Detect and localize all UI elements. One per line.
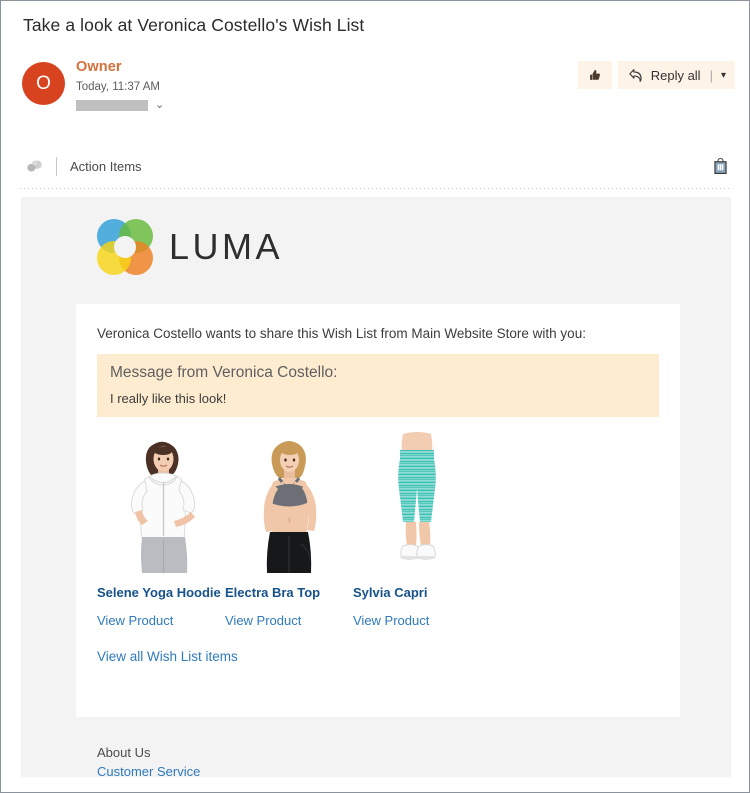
page-title: Take a look at Veronica Costello's Wish …	[23, 15, 365, 35]
thumbs-up-icon	[587, 68, 602, 83]
product-image-hoodie[interactable]	[97, 432, 225, 573]
wishlist-card: Veronica Costello wants to share this Wi…	[76, 304, 680, 717]
view-product-link[interactable]: View Product	[353, 613, 481, 628]
view-all-wishlist-link[interactable]: View all Wish List items	[97, 649, 238, 664]
product-list: Selene Yoga Hoodie View Product Electra …	[97, 432, 659, 628]
recipient-redacted-bar	[76, 100, 148, 111]
chevron-double-down-icon[interactable]: ⌄	[155, 100, 164, 111]
product-name[interactable]: Selene Yoga Hoodie	[97, 585, 225, 601]
reply-all-arrow-icon	[628, 68, 644, 83]
avatar[interactable]: O	[22, 62, 65, 105]
sender-name[interactable]: Owner	[76, 57, 164, 77]
list-item: Selene Yoga Hoodie View Product	[97, 432, 225, 628]
subject-bar: Take a look at Veronica Costello's Wish …	[1, 1, 749, 50]
brand-wordmark: LUMA	[169, 226, 284, 267]
reply-all-label: Reply all	[650, 67, 701, 83]
email-footer: About Us Customer Service	[97, 743, 200, 781]
luma-rings-logo	[97, 219, 153, 275]
sender-timestamp: Today, 11:37 AM	[76, 81, 160, 93]
divider	[20, 188, 732, 189]
brand-header: LUMA	[97, 219, 283, 275]
insights-brain-icon	[26, 157, 44, 175]
product-image-bra-top[interactable]	[225, 432, 353, 573]
about-us-label: About Us	[97, 745, 151, 760]
chevron-down-icon[interactable]: ▾	[721, 70, 726, 81]
product-name[interactable]: Sylvia Capri	[353, 585, 481, 601]
divider	[56, 156, 57, 176]
intro-text: Veronica Costello wants to share this Wi…	[97, 326, 586, 341]
email-reading-pane: Take a look at Veronica Costello's Wish …	[0, 0, 750, 793]
list-item: Electra Bra Top View Product	[225, 432, 353, 628]
recipient-row[interactable]: ⌄	[76, 100, 164, 111]
list-item: Sylvia Capri View Product	[353, 432, 481, 628]
product-name[interactable]: Electra Bra Top	[225, 585, 353, 601]
sender-meta: Owner Today, 11:37 AM ⌄	[76, 57, 164, 111]
message-body: I really like this look!	[110, 391, 227, 406]
action-items-label: Action Items	[70, 158, 142, 174]
product-image-capri[interactable]	[353, 432, 481, 573]
message-actions: Reply all | ▾	[577, 61, 735, 89]
like-button[interactable]	[577, 61, 612, 89]
action-separator: |	[709, 67, 713, 83]
reply-all-button[interactable]: Reply all | ▾	[617, 61, 735, 89]
message-callout: Message from Veronica Costello: I really…	[97, 354, 659, 417]
email-body: LUMA Veronica Costello wants to share th…	[21, 197, 731, 779]
view-product-link[interactable]: View Product	[97, 613, 225, 628]
shopping-bag-icon[interactable]	[712, 157, 728, 176]
view-product-link[interactable]: View Product	[225, 613, 353, 628]
customer-service-link[interactable]: Customer Service	[97, 762, 200, 781]
action-items-bar: Action Items	[1, 146, 749, 186]
message-title: Message from Veronica Costello:	[110, 364, 338, 381]
